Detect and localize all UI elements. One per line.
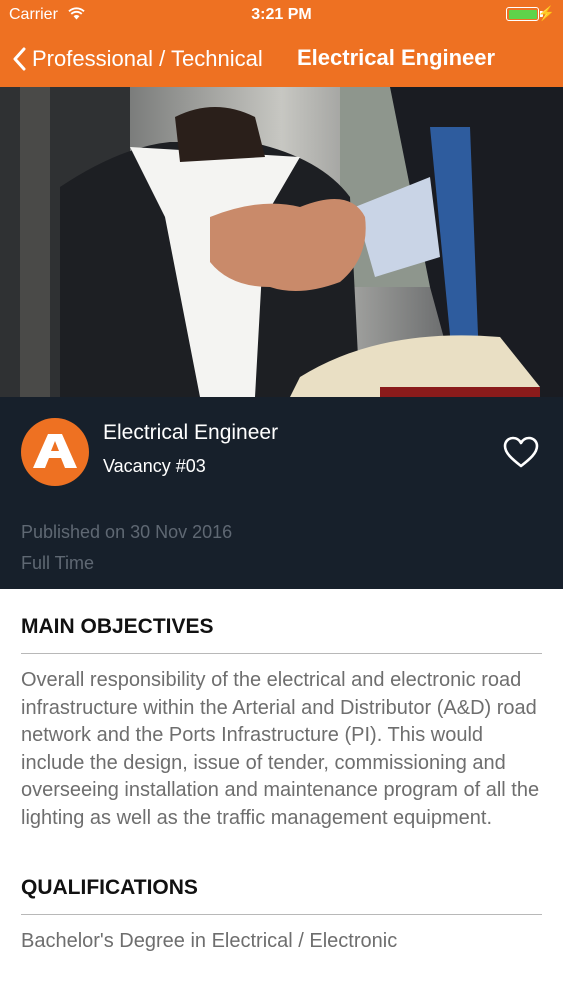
logo-mark-icon (33, 434, 77, 468)
bolt-icon: ⚡ (537, 5, 555, 21)
section-qualifications: QUALIFICATIONS Bachelor's Degree in Elec… (21, 850, 542, 956)
battery-icon (506, 7, 539, 21)
status-time: 3:21 PM (251, 6, 312, 23)
job-title: Electrical Engineer (103, 421, 279, 444)
section-main-objectives: MAIN OBJECTIVES Overall responsibility o… (21, 589, 542, 850)
hero-image (0, 87, 563, 397)
vacancy-number: Vacancy #03 (103, 456, 206, 476)
battery-level-fill (508, 9, 537, 19)
job-info-panel: Electrical Engineer Vacancy #03 Publishe… (0, 397, 563, 589)
handshake-photo (0, 87, 563, 397)
section-heading: QUALIFICATIONS (21, 850, 542, 915)
company-logo (21, 418, 89, 486)
section-heading: MAIN OBJECTIVES (21, 589, 542, 654)
heart-outline-icon[interactable] (502, 435, 540, 469)
chevron-left-icon (13, 47, 26, 70)
section-body: Bachelor's Degree in Electrical / Electr… (21, 930, 398, 952)
navigation-bar: Professional / Technical Electrical Engi… (0, 30, 563, 87)
status-bar: Carrier 3:21 PM ⚡ (0, 0, 563, 30)
employment-type: Full Time (21, 553, 95, 573)
published-date: Published on 30 Nov 2016 (21, 522, 233, 542)
nav-title: Electrical Engineer (297, 45, 496, 70)
back-label: Professional / Technical (32, 45, 263, 71)
section-body: Overall responsibility of the electrical… (21, 669, 540, 829)
job-details: MAIN OBJECTIVES Overall responsibility o… (21, 589, 542, 956)
back-button[interactable]: Professional / Technical (12, 30, 263, 87)
